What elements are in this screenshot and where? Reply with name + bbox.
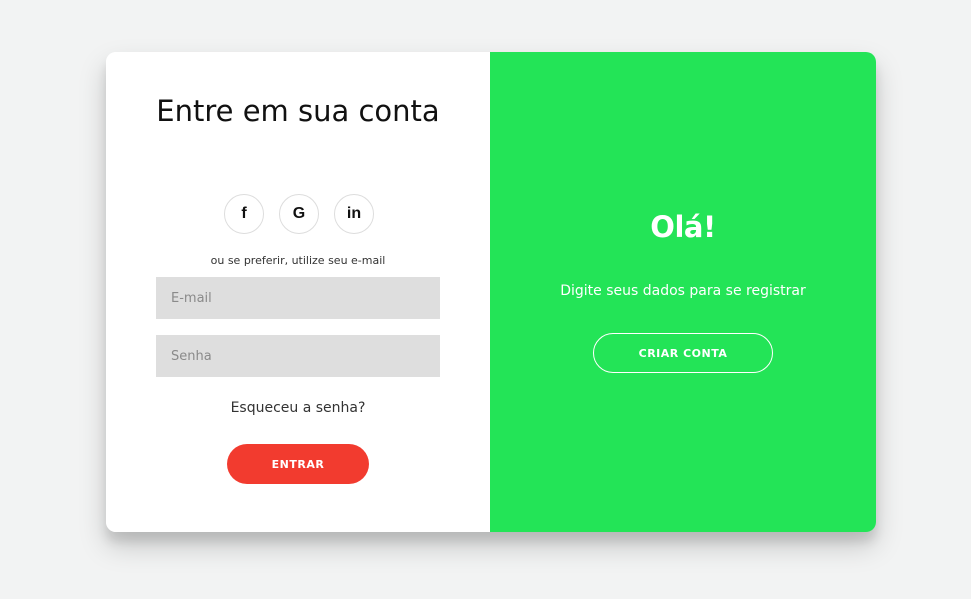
sign-in-title: Entre em sua conta	[156, 94, 440, 128]
facebook-login-button[interactable]: f	[224, 194, 264, 234]
facebook-icon: f	[241, 205, 247, 222]
sign-in-button[interactable]: ENTRAR	[227, 444, 369, 484]
google-icon: G	[292, 205, 306, 222]
sign-in-panel: Entre em sua conta f G in ou se preferir…	[106, 52, 490, 532]
register-title: Olá!	[650, 210, 716, 244]
linkedin-icon: in	[346, 205, 362, 222]
email-field[interactable]	[156, 277, 440, 319]
register-description: Digite seus dados para se registrar	[560, 283, 806, 299]
social-login-buttons: f G in	[224, 194, 374, 234]
register-panel: Olá! Digite seus dados para se registrar…	[490, 52, 876, 532]
google-login-button[interactable]: G	[279, 194, 319, 234]
create-account-button[interactable]: CRIAR CONTA	[593, 333, 773, 373]
linkedin-login-button[interactable]: in	[334, 194, 374, 234]
forgot-password-link[interactable]: Esqueceu a senha?	[106, 400, 490, 416]
login-card: Entre em sua conta f G in ou se preferir…	[106, 52, 876, 532]
password-field[interactable]	[156, 335, 440, 377]
email-login-hint: ou se preferir, utilize seu e-mail	[210, 254, 386, 267]
